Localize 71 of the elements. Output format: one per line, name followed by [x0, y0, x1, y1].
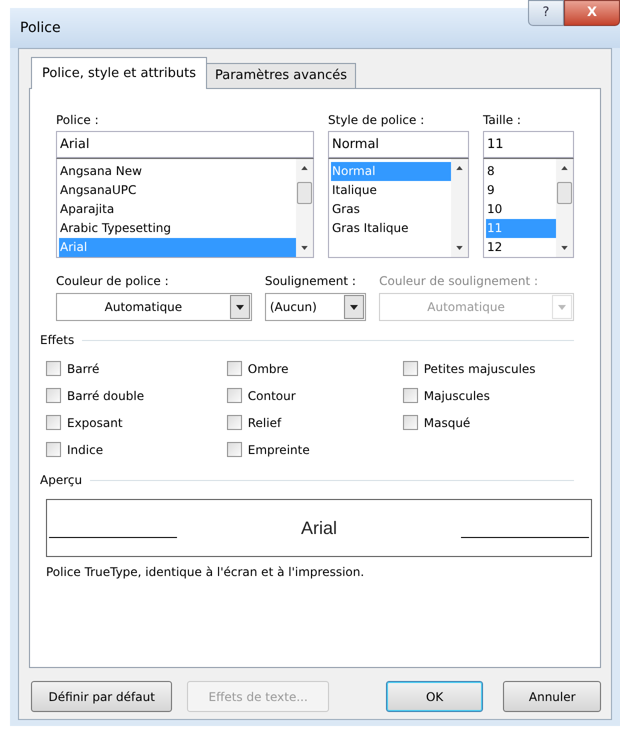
checkbox[interactable]: Petites majuscules — [402, 359, 574, 378]
checkbox[interactable]: Contour — [226, 386, 403, 405]
dialog-button[interactable]: Définir par défaut — [31, 681, 172, 712]
dialog-button[interactable]: Annuler — [503, 681, 601, 712]
checkbox[interactable]: Barré — [46, 359, 227, 378]
scroll-thumb[interactable] — [557, 182, 572, 204]
list-item[interactable]: 12 — [486, 238, 556, 257]
checkbox[interactable]: Exposant — [46, 413, 227, 432]
scroll-down-icon — [456, 246, 463, 250]
list-item[interactable]: Gras — [331, 200, 451, 219]
checkbox-box[interactable] — [226, 415, 242, 430]
field-label: Couleur de police : — [56, 273, 170, 290]
list-item[interactable]: Arabic Typesetting — [59, 219, 296, 238]
checkbox-box[interactable] — [226, 388, 242, 403]
list-item[interactable]: 8 — [486, 162, 556, 181]
section-title: Effets — [40, 332, 74, 349]
list-item[interactable]: 10 — [486, 200, 556, 219]
list-item[interactable]: AngsanaUPC — [59, 181, 296, 200]
scroll-up-icon — [456, 166, 463, 170]
dropdown-arrow-icon — [350, 304, 358, 310]
checkbox-box[interactable] — [46, 361, 61, 376]
input-field[interactable]: Normal — [328, 131, 469, 158]
checkbox[interactable]: Barré double — [46, 386, 227, 405]
tab[interactable]: Police, style et attributs — [31, 57, 207, 89]
checkbox-box[interactable] — [46, 442, 61, 457]
scroll-up-icon — [561, 166, 568, 170]
checkbox[interactable]: Majuscules — [402, 386, 574, 405]
scrollbar[interactable] — [451, 159, 468, 257]
window-title: Police — [20, 18, 61, 38]
tab[interactable]: Paramètres avancés — [206, 63, 356, 89]
dropdown-arrow-icon — [236, 304, 244, 310]
input-field[interactable]: 11 — [483, 131, 574, 158]
field-label: Soulignement : — [264, 273, 357, 290]
checkbox-box[interactable] — [46, 388, 61, 403]
checkbox-box[interactable] — [226, 442, 242, 457]
checkbox[interactable]: Indice — [46, 440, 227, 459]
checkbox-box[interactable] — [226, 361, 242, 376]
dialog-button[interactable]: OK — [386, 681, 484, 712]
dropdown[interactable]: Automatique — [56, 293, 252, 321]
font-description: Police TrueType, identique à l'écran et à l'impression. — [46, 564, 366, 581]
scroll-down-icon — [301, 246, 308, 250]
help-button[interactable]: ? — [528, 0, 564, 26]
list-item[interactable]: Gras Italique — [331, 219, 451, 238]
scroll-up-icon — [301, 166, 308, 170]
dialog-button: Effets de texte... — [187, 681, 329, 712]
scrollbar[interactable] — [556, 159, 573, 257]
checkbox-box[interactable] — [402, 415, 418, 430]
scroll-thumb[interactable] — [297, 182, 312, 204]
checkbox-box[interactable] — [402, 361, 418, 376]
dropdown[interactable]: (Aucun) — [264, 293, 366, 321]
section-title: Aperçu — [40, 472, 82, 489]
field-label: Style de police : — [328, 112, 426, 129]
checkbox[interactable]: Ombre — [226, 359, 403, 378]
checkbox[interactable]: Masqué — [402, 413, 574, 432]
list-item[interactable]: 9 — [486, 181, 556, 200]
field-label: Couleur de soulignement : — [379, 273, 540, 290]
preview-text: Arial — [300, 516, 337, 540]
field-label: Police : — [56, 112, 100, 129]
checkbox-box[interactable] — [46, 415, 61, 430]
checkbox-box[interactable] — [402, 388, 418, 403]
list-item[interactable]: Aparajita — [59, 200, 296, 219]
list-item[interactable]: Italique — [331, 181, 451, 200]
list-item[interactable]: Angsana New — [59, 162, 296, 181]
scroll-down-icon — [561, 246, 568, 250]
scrollbar[interactable] — [296, 159, 313, 257]
input-field[interactable]: Arial — [56, 131, 314, 158]
checkbox[interactable]: Empreinte — [226, 440, 403, 459]
checkbox[interactable]: Relief — [226, 413, 403, 432]
field-label: Taille : — [483, 112, 522, 129]
dropdown-arrow-icon — [558, 304, 566, 310]
dropdown: Automatique — [379, 293, 574, 321]
